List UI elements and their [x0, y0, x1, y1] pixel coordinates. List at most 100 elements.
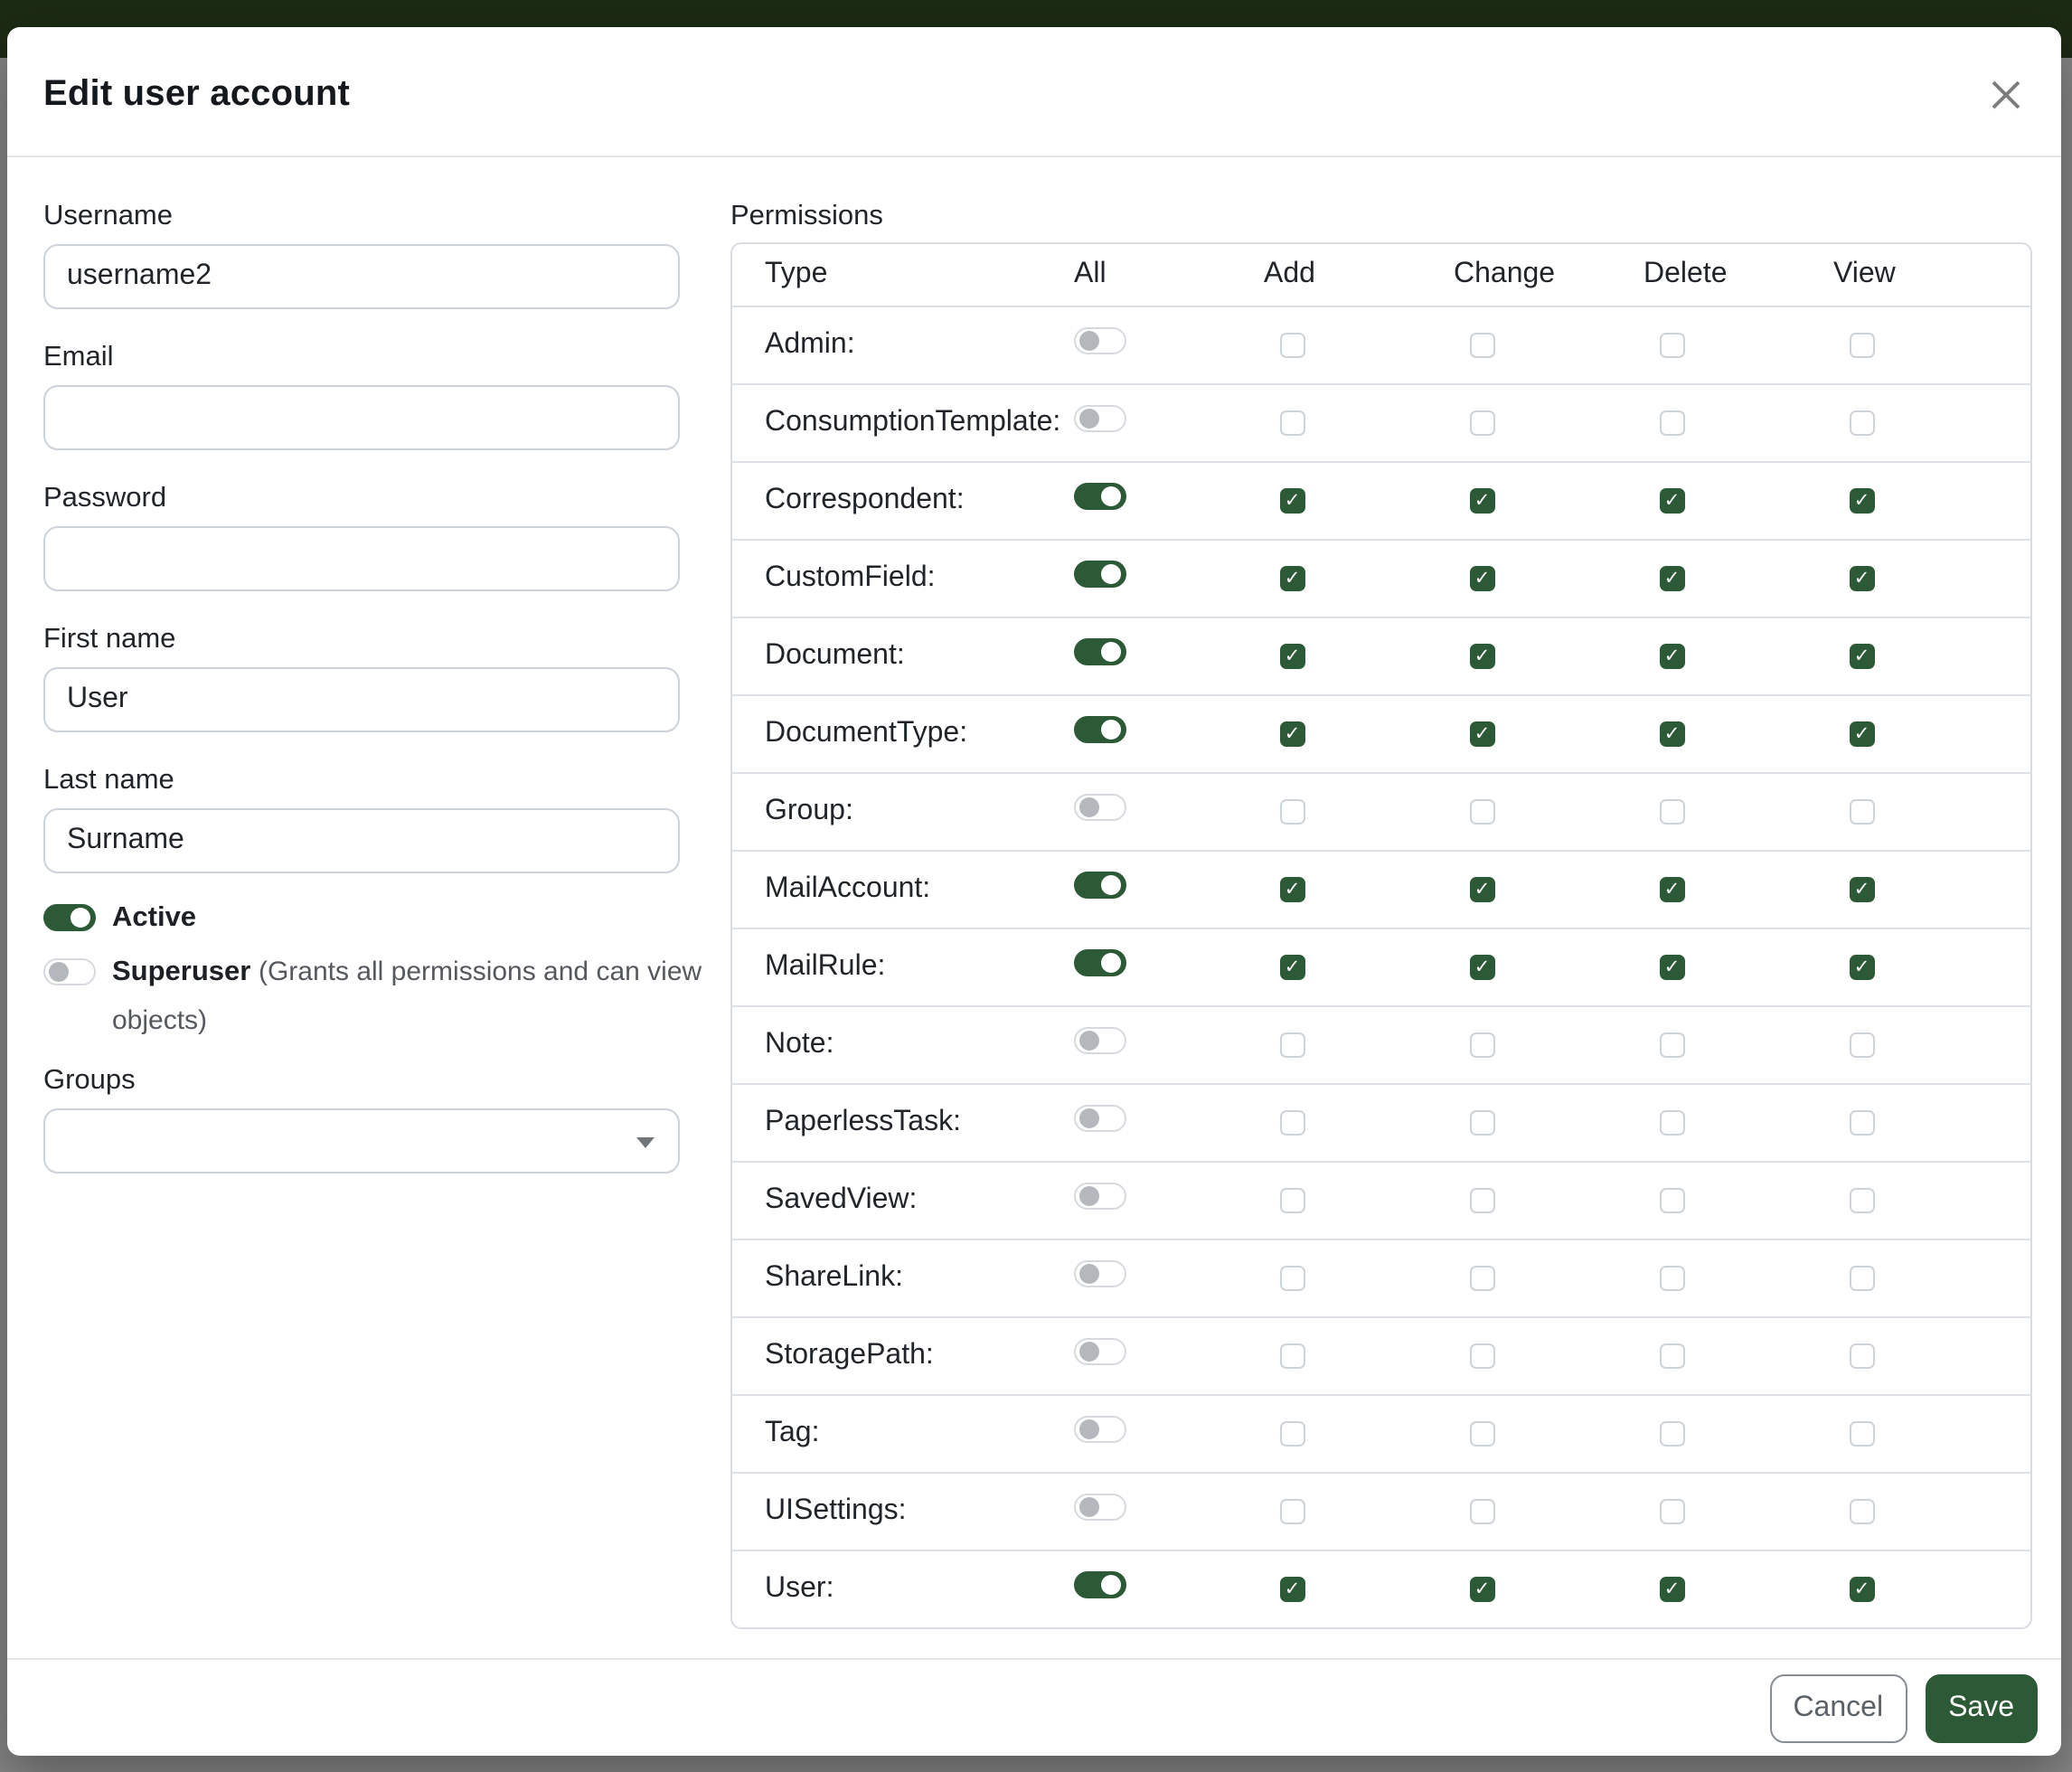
permission-add-checkbox[interactable]: [1280, 1032, 1304, 1057]
active-toggle[interactable]: [43, 904, 96, 931]
permission-add-checkbox[interactable]: [1280, 410, 1304, 435]
permission-all-toggle[interactable]: [1074, 483, 1126, 510]
permission-delete-checkbox[interactable]: [1660, 1421, 1684, 1446]
permission-add-checkbox[interactable]: ✓: [1280, 1577, 1304, 1601]
permission-view-checkbox[interactable]: [1850, 1499, 1874, 1523]
permission-add-checkbox[interactable]: [1280, 799, 1304, 824]
toggle-knob: [1079, 1497, 1099, 1517]
permission-delete-checkbox[interactable]: [1660, 1499, 1684, 1523]
permission-all-toggle[interactable]: [1074, 561, 1126, 588]
permission-all-toggle[interactable]: [1074, 1260, 1126, 1287]
close-button[interactable]: [1974, 64, 2036, 126]
permission-delete-checkbox[interactable]: [1660, 1110, 1684, 1135]
permission-view-checkbox[interactable]: ✓: [1850, 955, 1874, 979]
superuser-toggle[interactable]: [43, 958, 96, 985]
permission-view-checkbox[interactable]: ✓: [1850, 566, 1874, 590]
permission-add-checkbox[interactable]: [1280, 333, 1304, 357]
permission-add-checkbox[interactable]: ✓: [1280, 877, 1304, 901]
permission-delete-checkbox[interactable]: ✓: [1660, 721, 1684, 746]
permission-delete-checkbox[interactable]: ✓: [1660, 955, 1684, 979]
permission-all-toggle[interactable]: [1074, 949, 1126, 976]
groups-select[interactable]: [43, 1108, 680, 1173]
permission-view-checkbox[interactable]: [1850, 1343, 1874, 1368]
permission-row: Document: ✓ ✓ ✓ ✓: [732, 617, 2030, 695]
active-label: Active: [112, 902, 196, 933]
permission-all-toggle[interactable]: [1074, 327, 1126, 354]
permission-change-checkbox[interactable]: [1470, 799, 1494, 824]
permission-change-checkbox[interactable]: [1470, 333, 1494, 357]
permission-delete-checkbox[interactable]: [1660, 1343, 1684, 1368]
email-field[interactable]: [43, 385, 680, 450]
permission-add-checkbox[interactable]: [1280, 1499, 1304, 1523]
permission-all-toggle[interactable]: [1074, 794, 1126, 821]
permission-all-toggle[interactable]: [1074, 1571, 1126, 1598]
permission-all-toggle[interactable]: [1074, 1416, 1126, 1443]
permission-all-toggle[interactable]: [1074, 1494, 1126, 1521]
permission-change-checkbox[interactable]: [1470, 1343, 1494, 1368]
permission-delete-checkbox[interactable]: [1660, 1266, 1684, 1290]
permission-add-checkbox[interactable]: ✓: [1280, 644, 1304, 668]
permission-view-checkbox[interactable]: ✓: [1850, 877, 1874, 901]
cancel-button[interactable]: Cancel: [1769, 1673, 1907, 1742]
permission-change-checkbox[interactable]: [1470, 1110, 1494, 1135]
permission-change-checkbox[interactable]: [1470, 1499, 1494, 1523]
permission-delete-checkbox[interactable]: [1660, 1032, 1684, 1057]
permission-delete-checkbox[interactable]: [1660, 1188, 1684, 1212]
last-name-field[interactable]: [43, 808, 680, 873]
permission-view-checkbox[interactable]: [1850, 1188, 1874, 1212]
permission-change-checkbox[interactable]: ✓: [1470, 566, 1494, 590]
permission-add-checkbox[interactable]: [1280, 1421, 1304, 1446]
permission-change-checkbox[interactable]: [1470, 1188, 1494, 1212]
permission-change-checkbox[interactable]: ✓: [1470, 877, 1494, 901]
permission-view-checkbox[interactable]: [1850, 1421, 1874, 1446]
permission-all-toggle[interactable]: [1074, 1105, 1126, 1132]
permission-all-toggle[interactable]: [1074, 1183, 1126, 1210]
permission-view-checkbox[interactable]: [1850, 333, 1874, 357]
permission-add-checkbox[interactable]: ✓: [1280, 488, 1304, 513]
permission-all-toggle[interactable]: [1074, 1027, 1126, 1054]
permission-change-checkbox[interactable]: [1470, 1421, 1494, 1446]
permission-view-checkbox[interactable]: ✓: [1850, 1577, 1874, 1601]
permission-add-checkbox[interactable]: [1280, 1188, 1304, 1212]
permission-add-checkbox[interactable]: ✓: [1280, 566, 1304, 590]
permission-change-checkbox[interactable]: ✓: [1470, 644, 1494, 668]
permission-delete-checkbox[interactable]: [1660, 410, 1684, 435]
permission-add-checkbox[interactable]: ✓: [1280, 955, 1304, 979]
permission-all-toggle[interactable]: [1074, 872, 1126, 899]
permission-all-toggle[interactable]: [1074, 405, 1126, 432]
permission-delete-checkbox[interactable]: [1660, 799, 1684, 824]
permission-change-checkbox[interactable]: ✓: [1470, 721, 1494, 746]
permission-delete-checkbox[interactable]: ✓: [1660, 877, 1684, 901]
permission-change-checkbox[interactable]: ✓: [1470, 488, 1494, 513]
permission-view-checkbox[interactable]: [1850, 1032, 1874, 1057]
permission-all-toggle[interactable]: [1074, 716, 1126, 743]
permission-view-checkbox[interactable]: [1850, 410, 1874, 435]
password-field[interactable]: [43, 526, 680, 591]
save-button[interactable]: Save: [1925, 1673, 2038, 1742]
permission-change-checkbox[interactable]: ✓: [1470, 1577, 1494, 1601]
permission-view-checkbox[interactable]: [1850, 799, 1874, 824]
permission-view-checkbox[interactable]: ✓: [1850, 488, 1874, 513]
permission-view-checkbox[interactable]: [1850, 1110, 1874, 1135]
permission-delete-checkbox[interactable]: ✓: [1660, 644, 1684, 668]
permission-all-toggle[interactable]: [1074, 638, 1126, 665]
permission-add-checkbox[interactable]: ✓: [1280, 721, 1304, 746]
permission-delete-checkbox[interactable]: ✓: [1660, 566, 1684, 590]
permission-delete-checkbox[interactable]: ✓: [1660, 1577, 1684, 1601]
permission-view-checkbox[interactable]: ✓: [1850, 644, 1874, 668]
permission-delete-checkbox[interactable]: ✓: [1660, 488, 1684, 513]
username-input[interactable]: [43, 244, 680, 309]
permission-change-checkbox[interactable]: [1470, 1032, 1494, 1057]
permission-type-label: MailAccount:: [732, 851, 1058, 928]
permission-change-checkbox[interactable]: ✓: [1470, 955, 1494, 979]
permission-add-checkbox[interactable]: [1280, 1266, 1304, 1290]
permission-all-toggle[interactable]: [1074, 1338, 1126, 1365]
permission-view-checkbox[interactable]: ✓: [1850, 721, 1874, 746]
permission-view-checkbox[interactable]: [1850, 1266, 1874, 1290]
permission-change-checkbox[interactable]: [1470, 1266, 1494, 1290]
permission-add-checkbox[interactable]: [1280, 1343, 1304, 1368]
permission-add-checkbox[interactable]: [1280, 1110, 1304, 1135]
permission-change-checkbox[interactable]: [1470, 410, 1494, 435]
permission-delete-checkbox[interactable]: [1660, 333, 1684, 357]
first-name-field[interactable]: [43, 667, 680, 732]
